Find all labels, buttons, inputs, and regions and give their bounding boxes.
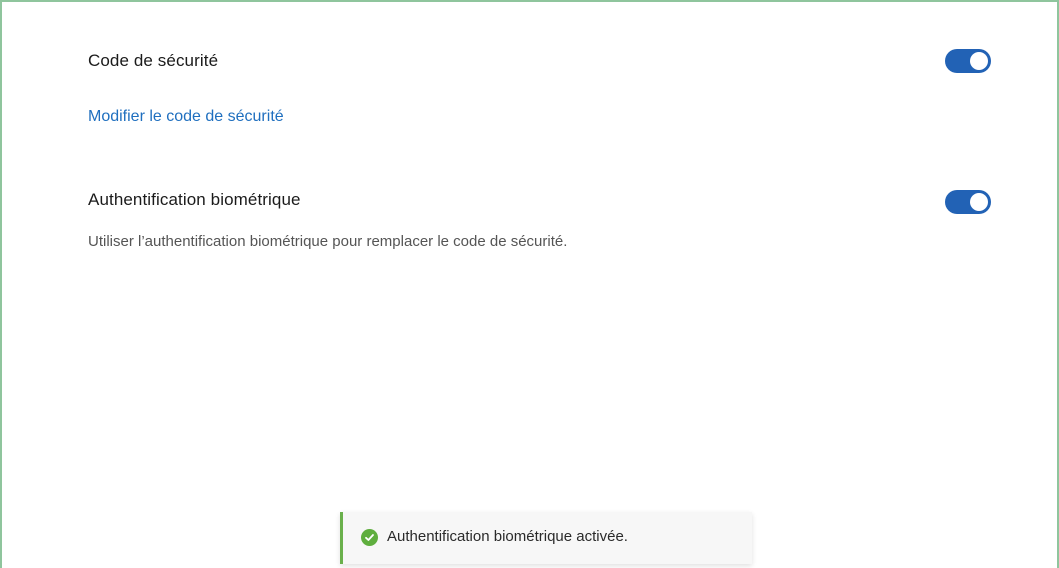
settings-panel: Code de sécurité Modifier le code de séc…: [0, 0, 1059, 568]
toggle-knob: [970, 193, 988, 211]
success-toast: Authentification biométrique activée.: [340, 512, 752, 564]
security-code-title: Code de sécurité: [88, 51, 219, 70]
toast-message: Authentification biométrique activée.: [387, 528, 628, 545]
biometric-auth-toggle[interactable]: [945, 190, 991, 214]
biometric-auth-title: Authentification biométrique: [88, 190, 301, 209]
security-code-toggle[interactable]: [945, 49, 991, 73]
modify-security-code-link[interactable]: Modifier le code de sécurité: [88, 108, 284, 126]
biometric-auth-description: Utiliser l’authentification biométrique …: [88, 233, 568, 250]
check-circle-icon: [361, 529, 378, 546]
toggle-knob: [970, 52, 988, 70]
